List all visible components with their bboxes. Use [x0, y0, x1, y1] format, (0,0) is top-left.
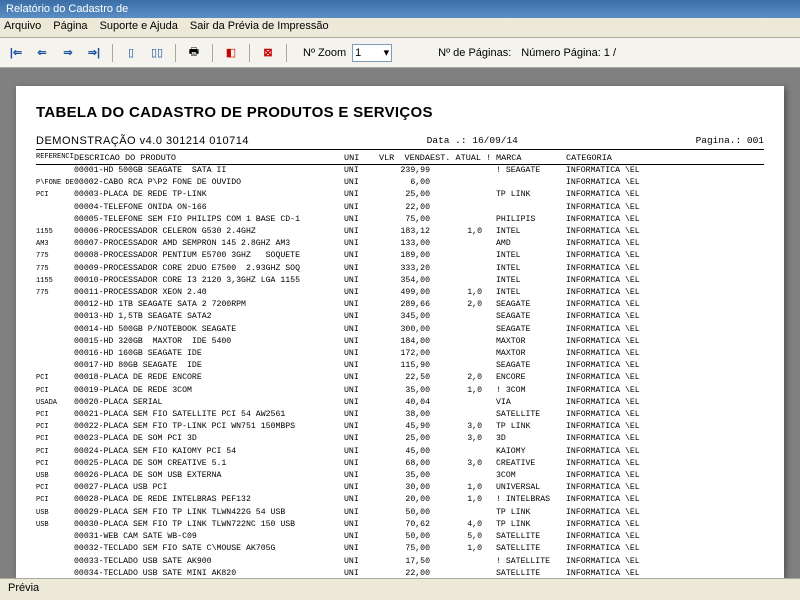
table-row: 00017-HD 80GB SEAGATE IDEUNI115,90SEAGAT… — [36, 360, 764, 372]
table-row: PCI00021-PLACA SEM FIO SATELLITE PCI 54 … — [36, 409, 764, 421]
preview-area: TABELA DO CADASTRO DE PRODUTOS E SERVIÇO… — [0, 68, 800, 578]
col-uni: UNI — [344, 153, 374, 163]
pages-count-label: Nº de Páginas: — [438, 47, 511, 59]
page-number-label: Número Página: 1 / — [521, 47, 616, 59]
table-row: 00005-TELEFONE SEM FIO PHILIPS COM 1 BAS… — [36, 214, 764, 226]
chevron-down-icon: ▾ — [384, 46, 390, 59]
col-ref: REFERENCIA — [36, 153, 74, 163]
statusbar: Prévia — [0, 578, 800, 600]
table-row: USADA00020-PLACA SERIALUNI40,04VIAINFORM… — [36, 397, 764, 409]
table-row: PCI00003-PLACA DE REDE TP-LINKUNI25,00TP… — [36, 189, 764, 201]
menu-sair[interactable]: Sair da Prévia de Impressão — [190, 20, 329, 35]
table-row: 115500006-PROCESSADOR CELERON G530 2.4GH… — [36, 226, 764, 238]
prev-page-button[interactable]: ⇐ — [32, 43, 52, 63]
col-desc: DESCRICAO DO PRODUTO — [74, 153, 344, 163]
report-title: TABELA DO CADASTRO DE PRODUTOS E SERVIÇO… — [36, 104, 764, 121]
table-row: AM300007-PROCESSADOR AMD SEMPRON 145 2.8… — [36, 238, 764, 250]
table-row: PCI00023-PLACA DE SOM PCI 3DUNI25,003,03… — [36, 433, 764, 445]
settings-icon[interactable]: ◧ — [221, 43, 241, 63]
status-text: Prévia — [8, 582, 39, 594]
table-row: 00034-TECLADO USB SATE MINI AK820UNI22,0… — [36, 568, 764, 578]
table-row: 00001-HD 500GB SEAGATE SATA IIUNI239,99!… — [36, 165, 764, 177]
table-row: 00012-HD 1TB SEAGATE SATA 2 7200RPMUNI28… — [36, 299, 764, 311]
menubar: Arquivo Página Suporte e Ajuda Sair da P… — [0, 18, 800, 38]
toolbar-separator — [212, 44, 213, 62]
table-row: 00004-TELEFONE ONIDA ON-166UNI22,00INFOR… — [36, 202, 764, 214]
table-row: 00015-HD 320GB MAXTOR IDE 5400UNI184,00M… — [36, 336, 764, 348]
table-row: 115500010-PROCESSADOR CORE I3 2120 3,3GH… — [36, 275, 764, 287]
next-page-button[interactable]: ⇒ — [58, 43, 78, 63]
zoom-label: Nº Zoom — [303, 47, 346, 59]
toolbar-separator — [175, 44, 176, 62]
zoom-value: 1 — [355, 47, 361, 59]
table-row: USB00030-PLACA SEM FIO TP LINK TLWN722NC… — [36, 519, 764, 531]
col-marca: MARCA — [482, 153, 560, 163]
toolbar-separator — [286, 44, 287, 62]
print-icon[interactable]: 🖶 — [184, 43, 204, 63]
col-cat: CATEGORIA — [560, 153, 764, 163]
table-row: 77500009-PROCESSADOR CORE 2DUO E7500 2.9… — [36, 263, 764, 275]
table-row: PCI00028-PLACA DE REDE INTELBRAS PEF132U… — [36, 494, 764, 506]
table-row: PCI00022-PLACA SEM FIO TP-LINK PCI WN751… — [36, 421, 764, 433]
table-row: 00032-TECLADO SEM FIO SATE C\MOUSE AK705… — [36, 543, 764, 555]
window-title: Relatório do Cadastro de — [6, 3, 128, 15]
toolbar: |⇐ ⇐ ⇒ ⇒| ▯ ▯▯ 🖶 ◧ ⊠ Nº Zoom 1 ▾ Nº de P… — [0, 38, 800, 68]
menu-arquivo[interactable]: Arquivo — [4, 20, 41, 35]
table-row: PCI00018-PLACA DE REDE ENCOREUNI22,502,0… — [36, 372, 764, 384]
table-row: PCI00027-PLACA USB PCIUNI30,001,0UNIVERS… — [36, 482, 764, 494]
report-page-num: Pagina.: 001 — [696, 135, 764, 147]
table-row: 00014-HD 500GB P/NOTEBOOK SEAGATEUNI300,… — [36, 324, 764, 336]
table-row: PCI00024-PLACA SEM FIO KAIOMY PCI 54UNI4… — [36, 446, 764, 458]
multi-page-icon[interactable]: ▯▯ — [147, 43, 167, 63]
report-page: TABELA DO CADASTRO DE PRODUTOS E SERVIÇO… — [16, 86, 784, 578]
close-preview-icon[interactable]: ⊠ — [258, 43, 278, 63]
col-vlr: VLR VENDA — [374, 153, 430, 163]
table-row: 77500008-PROCESSADOR PENTIUM E5700 3GHZ … — [36, 250, 764, 262]
single-page-icon[interactable]: ▯ — [121, 43, 141, 63]
table-row: PCI00019-PLACA DE REDE 3COMUNI35,001,0! … — [36, 385, 764, 397]
table-row: 00016-HD 160GB SEAGATE IDEUNI172,00MAXTO… — [36, 348, 764, 360]
last-page-button[interactable]: ⇒| — [84, 43, 104, 63]
table-row: P\FONE DE OUVIDO00002-CABO RCA P\P2 FONE… — [36, 177, 764, 189]
report-rows: 00001-HD 500GB SEAGATE SATA IIUNI239,99!… — [36, 165, 764, 578]
column-headers: REFERENCIA DESCRICAO DO PRODUTO UNI VLR … — [36, 152, 764, 165]
table-row: 00013-HD 1,5TB SEAGATE SATA2UNI345,00SEA… — [36, 311, 764, 323]
menu-suporte[interactable]: Suporte e Ajuda — [100, 20, 178, 35]
toolbar-separator — [112, 44, 113, 62]
zoom-select[interactable]: 1 ▾ — [352, 44, 392, 62]
report-subtitle: DEMONSTRAÇÃO v4.0 301214 010714 — [36, 135, 249, 147]
report-date: Data .: 16/09/14 — [427, 135, 518, 147]
table-row: USB00029-PLACA SEM FIO TP LINK TLWN422G … — [36, 507, 764, 519]
table-row: USB00026-PLACA DE SOM USB EXTERNAUNI35,0… — [36, 470, 764, 482]
window-titlebar: Relatório do Cadastro de — [0, 0, 800, 18]
col-est: EST. ATUAL ! — [430, 153, 482, 163]
table-row: PCI00025-PLACA DE SOM CREATIVE 5.1UNI68,… — [36, 458, 764, 470]
table-row: 00031-WEB CAM SATE WB-C09UNI50,005,0SATE… — [36, 531, 764, 543]
first-page-button[interactable]: |⇐ — [6, 43, 26, 63]
report-subheader: DEMONSTRAÇÃO v4.0 301214 010714 Data .: … — [36, 135, 764, 150]
menu-pagina[interactable]: Página — [53, 20, 87, 35]
toolbar-separator — [249, 44, 250, 62]
table-row: 77500011-PROCESSADOR XEON 2.40UNI499,001… — [36, 287, 764, 299]
table-row: 00033-TECLADO USB SATE AK900UNI17,50! SA… — [36, 556, 764, 568]
